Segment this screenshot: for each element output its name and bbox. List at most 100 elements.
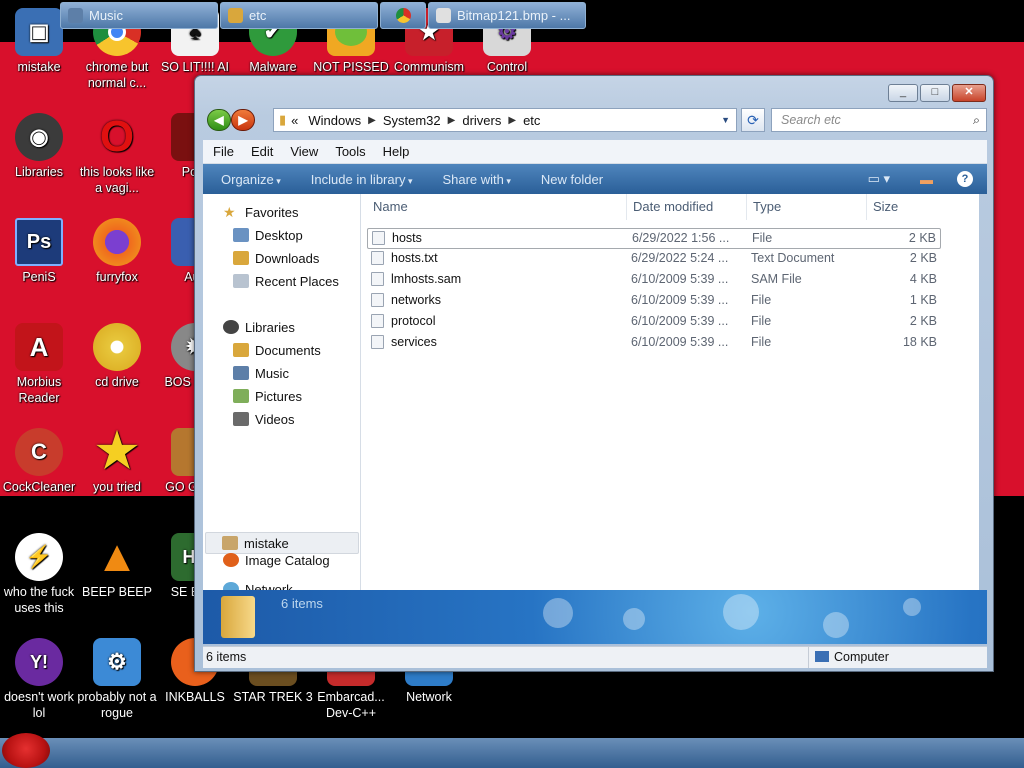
menu-bar: File Edit View Tools Help: [203, 140, 987, 164]
address-row: ◀ ▶ ▮ « Windows ▶ System32 ▶ drivers ▶ etc …: [203, 106, 987, 134]
nav-favorites[interactable]: ★ Favorites: [223, 201, 298, 223]
nav-music[interactable]: Music: [233, 362, 289, 384]
documents-icon: [233, 343, 249, 357]
help-icon[interactable]: ?: [957, 171, 973, 187]
computer-icon: ▣: [15, 8, 63, 56]
refresh-icon: ⟳: [747, 112, 759, 128]
file-icon: [371, 314, 384, 328]
chevron-right-icon[interactable]: ▶: [508, 115, 516, 126]
menu-edit[interactable]: Edit: [251, 144, 273, 159]
desktop-icon-morbius-reader[interactable]: A Morbius Reader: [0, 323, 81, 406]
menu-file[interactable]: File: [213, 144, 234, 159]
desktop-icon-opera[interactable]: Othis looks like a vagi...: [75, 113, 159, 196]
text-file-icon: [371, 251, 384, 265]
breadcrumb-root[interactable]: «: [291, 113, 298, 128]
desktop-icon-libraries[interactable]: ◉ Libraries: [0, 113, 81, 180]
view-options-icon[interactable]: ▭ ▾: [868, 171, 890, 187]
include-in-library-button[interactable]: Include in library: [311, 172, 413, 187]
breadcrumb-system32[interactable]: System32: [383, 113, 441, 128]
file-row[interactable]: services 6/10/2009 5:39 ... File 18 KB: [367, 333, 941, 354]
videos-icon: [233, 412, 249, 426]
taskbar-item-etc[interactable]: etc: [220, 2, 378, 29]
taskbar-item-chrome[interactable]: [380, 2, 426, 29]
nav-recent-places[interactable]: Recent Places: [233, 270, 339, 292]
desktop-icon-cockcleaner[interactable]: C CockCleaner: [0, 428, 81, 495]
command-bar: Organize Include in library Share with N…: [203, 164, 987, 194]
new-folder-button[interactable]: New folder: [541, 172, 603, 187]
nav-image-catalog[interactable]: Image Catalog: [223, 549, 330, 571]
navigation-pane: ★ Favorites Desktop Downloads Recent Plac…: [203, 194, 361, 597]
file-row[interactable]: hosts.txt 6/29/2022 5:24 ... Text Document…: [367, 249, 941, 270]
ccleaner-icon: C: [15, 428, 63, 476]
taskbar-item-bitmap[interactable]: Bitmap121.bmp - ...: [428, 2, 586, 29]
nav-libraries[interactable]: Libraries: [223, 316, 295, 338]
chevron-down-icon[interactable]: ▼: [721, 115, 730, 125]
menu-help[interactable]: Help: [383, 144, 410, 159]
user-folder-icon: [222, 536, 238, 550]
maximize-button[interactable]: □: [920, 84, 950, 102]
column-header-type[interactable]: Type: [747, 194, 867, 220]
music-icon: [233, 366, 249, 380]
menu-view[interactable]: View: [290, 144, 318, 159]
search-input[interactable]: Search etc ⌕: [771, 108, 987, 132]
folder-icon: ▮: [279, 112, 287, 127]
column-header-name[interactable]: Name: [367, 194, 627, 220]
share-with-button[interactable]: Share with: [442, 172, 510, 187]
nav-videos[interactable]: Videos: [233, 408, 295, 430]
nav-pictures[interactable]: Pictures: [233, 385, 302, 407]
breadcrumb-drivers[interactable]: drivers: [462, 113, 501, 128]
file-icon: [371, 335, 384, 349]
file-row[interactable]: hosts 6/29/2022 1:56 ... File 2 KB: [367, 228, 941, 249]
forward-button[interactable]: ▶: [231, 109, 255, 131]
folder-icon: [221, 596, 255, 638]
decorative-bubble: [543, 598, 573, 628]
breadcrumb-etc[interactable]: etc: [523, 113, 540, 128]
desktop-icon-cd-drive[interactable]: cd drive: [75, 323, 159, 390]
refresh-button[interactable]: ⟳: [741, 108, 765, 132]
decorative-bubble: [823, 612, 849, 638]
file-row[interactable]: networks 6/10/2009 5:39 ... File 1 KB: [367, 291, 941, 312]
start-button[interactable]: [2, 733, 50, 768]
music-icon: [68, 8, 83, 23]
column-header-size[interactable]: Size: [867, 194, 947, 220]
desktop-icon-you-tried[interactable]: ★ you tried: [75, 428, 159, 495]
mouse-cursor-icon: [693, 483, 717, 507]
nav-desktop[interactable]: Desktop: [233, 224, 303, 246]
taskbar-item-music[interactable]: Music: [60, 2, 218, 29]
file-row[interactable]: lmhosts.sam 6/10/2009 5:39 ... SAM File 4 K…: [367, 270, 941, 291]
search-icon[interactable]: ⌕: [973, 109, 980, 131]
folder-icon: [228, 8, 243, 23]
desktop-icon-furryfox[interactable]: furryfox: [75, 218, 159, 285]
details-pane: 6 items: [203, 590, 987, 644]
desktop-icon-not-a-rogue[interactable]: ⚙ probably not a rogue: [75, 638, 159, 721]
organize-button[interactable]: Organize: [221, 172, 281, 187]
desktop-icon-beep-beep[interactable]: ▲ BEEP BEEP: [75, 533, 159, 600]
status-item-count: 6 items: [206, 650, 247, 664]
desktop-icon-doesnt-work[interactable]: Y! doesn't work lol: [0, 638, 81, 721]
desktop-icon-penis[interactable]: Ps PeniS: [0, 218, 81, 285]
decorative-bubble: [623, 608, 645, 630]
desktop-icon: [233, 228, 249, 242]
chevron-right-icon[interactable]: ▶: [448, 115, 456, 126]
taskbar: [0, 738, 1024, 768]
libraries-icon: [223, 320, 239, 334]
back-button[interactable]: ◀: [207, 109, 231, 131]
cd-icon: [93, 323, 141, 371]
close-button[interactable]: ✕: [952, 84, 986, 102]
star-icon: ★: [223, 204, 236, 220]
breadcrumb-windows[interactable]: Windows: [308, 113, 361, 128]
menu-tools[interactable]: Tools: [335, 144, 365, 159]
opera-icon: O: [99, 112, 135, 161]
preview-pane-icon[interactable]: ▬: [920, 172, 933, 187]
file-row[interactable]: protocol 6/10/2009 5:39 ... File 2 KB: [367, 312, 941, 333]
chevron-right-icon[interactable]: ▶: [368, 115, 376, 126]
adobe-reader-icon: A: [15, 323, 63, 371]
libraries-icon: ◉: [15, 113, 63, 161]
minimize-button[interactable]: _: [888, 84, 918, 102]
column-header-date[interactable]: Date modified: [627, 194, 747, 220]
desktop-icon-who-uses-this[interactable]: ⚡ who the fuck uses this: [0, 533, 81, 616]
nav-downloads[interactable]: Downloads: [233, 247, 319, 269]
file-icon: [372, 231, 385, 245]
address-bar[interactable]: ▮ « Windows ▶ System32 ▶ drivers ▶ etc ▼: [273, 108, 737, 132]
nav-documents[interactable]: Documents: [233, 339, 321, 361]
